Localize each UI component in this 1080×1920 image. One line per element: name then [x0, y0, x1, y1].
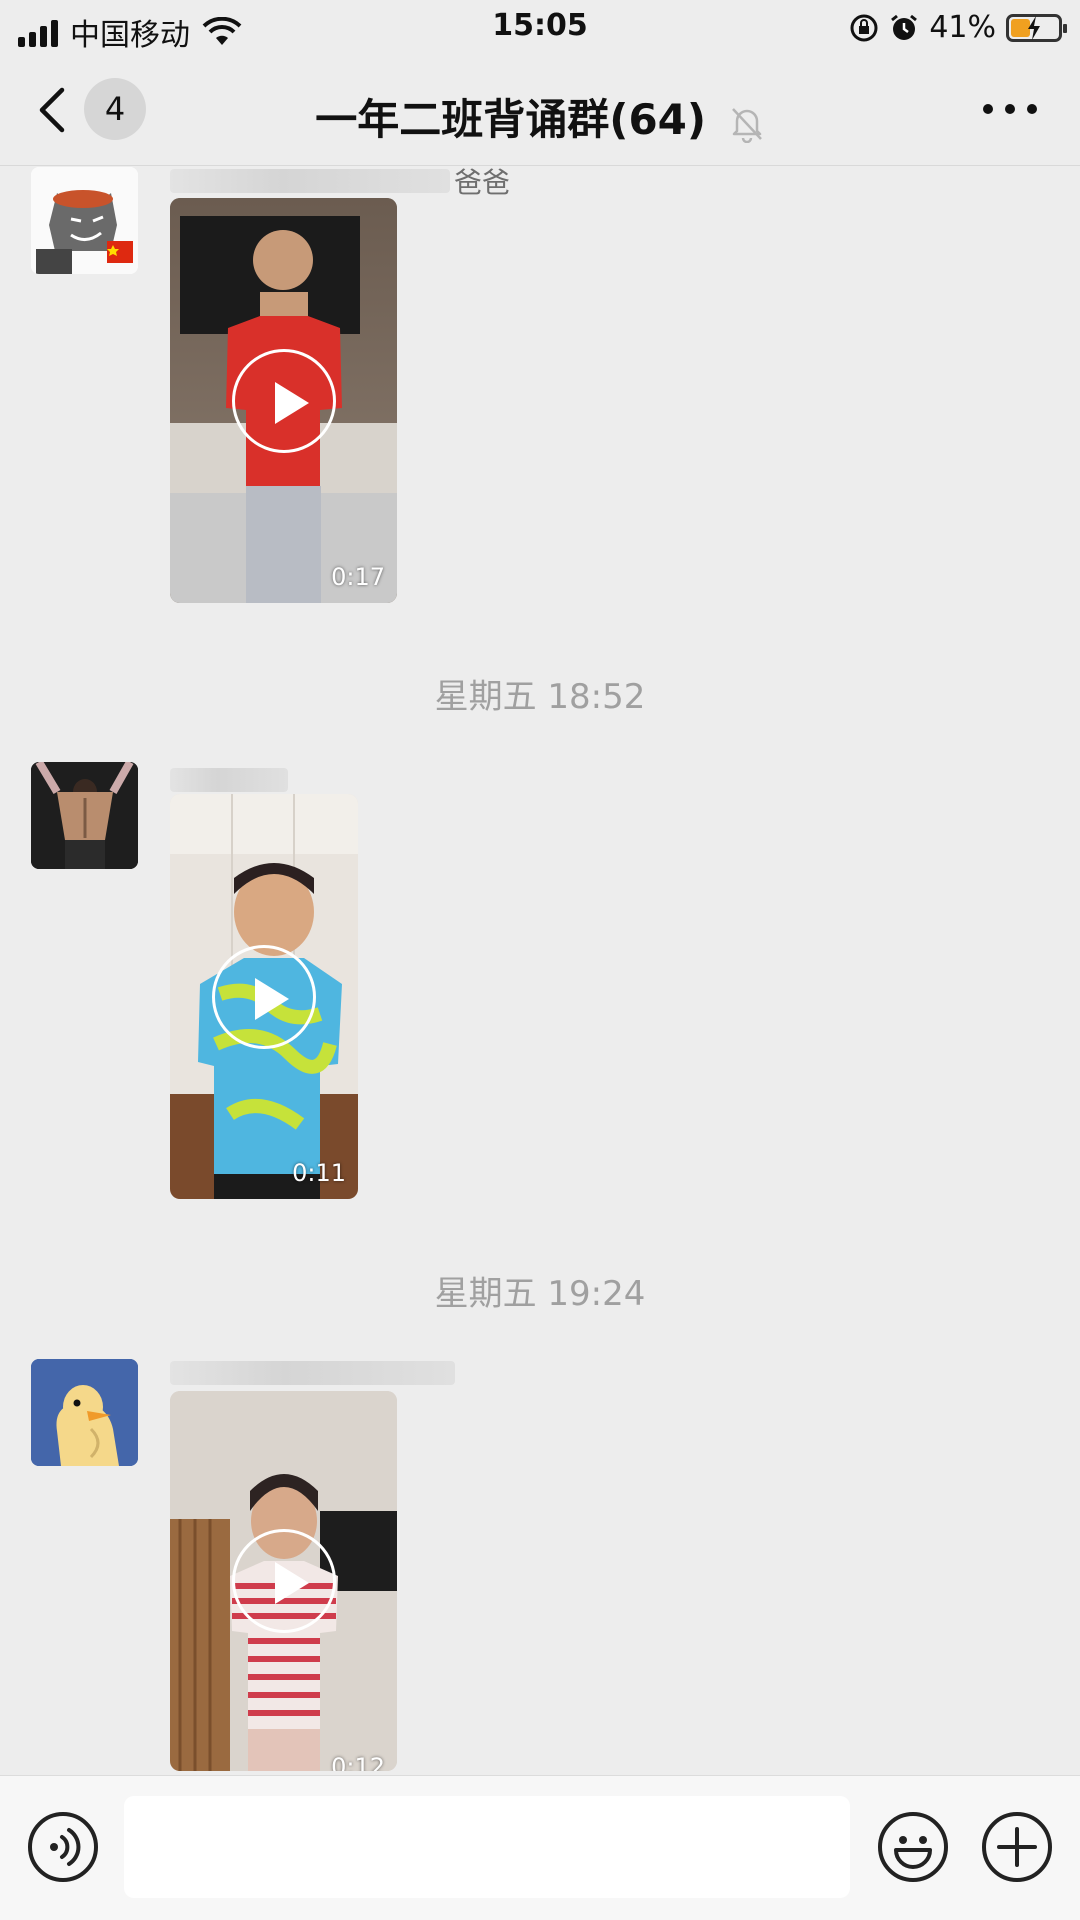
sender-name: 爸爸 [170, 167, 510, 199]
video-message[interactable]: 0:11 [170, 794, 358, 1199]
avatar[interactable] [31, 762, 138, 869]
battery-charging-icon [1006, 13, 1067, 42]
emoji-button[interactable] [878, 1812, 948, 1882]
message-list[interactable]: 爸爸 0:17 星期五 18:52 0:11 星期五 19:24 0:12 [0, 167, 1080, 1775]
chat-title-row: 一年二班背诵群(64) [0, 86, 1080, 147]
plus-button[interactable] [982, 1812, 1052, 1882]
emoji-icon [894, 1836, 932, 1869]
avatar[interactable] [31, 1359, 138, 1466]
avatar[interactable] [31, 167, 138, 274]
sender-name [170, 1357, 460, 1385]
plus-icon [997, 1827, 1037, 1867]
play-icon[interactable] [231, 348, 336, 453]
video-message[interactable]: 0:12 [170, 1391, 397, 1771]
alarm-icon [891, 14, 918, 40]
message-timestamp: 星期五 18:52 [434, 677, 646, 717]
video-message[interactable]: 0:17 [170, 198, 397, 603]
message-timestamp: 星期五 19:24 [434, 1274, 646, 1314]
mute-bell-icon [731, 107, 762, 143]
battery-percent: 41% [929, 10, 996, 45]
voice-icon [50, 1828, 81, 1866]
more-dots-icon[interactable] [980, 98, 1040, 120]
voice-button[interactable] [28, 1812, 98, 1882]
video-duration: 0:12 [331, 1753, 385, 1771]
status-bar: 中国移动 15:05 41% [0, 0, 1080, 56]
message-input[interactable] [124, 1796, 850, 1898]
play-icon[interactable] [231, 1529, 336, 1633]
rotation-lock-icon [850, 14, 878, 41]
chat-title: 一年二班背诵群(64) [315, 95, 707, 144]
video-duration: 0:17 [331, 563, 385, 591]
chat-screen: 中国移动 15:05 41% 4 一年二班背诵群(64) 爸爸 0:17 星期五… [0, 0, 1080, 1920]
play-icon[interactable] [212, 944, 316, 1049]
input-bar [0, 1775, 1080, 1920]
sender-name-suffix: 爸爸 [454, 167, 511, 199]
video-duration: 0:11 [292, 1159, 346, 1187]
sender-name [170, 764, 300, 792]
nav-bar: 4 一年二班背诵群(64) [0, 56, 1080, 166]
